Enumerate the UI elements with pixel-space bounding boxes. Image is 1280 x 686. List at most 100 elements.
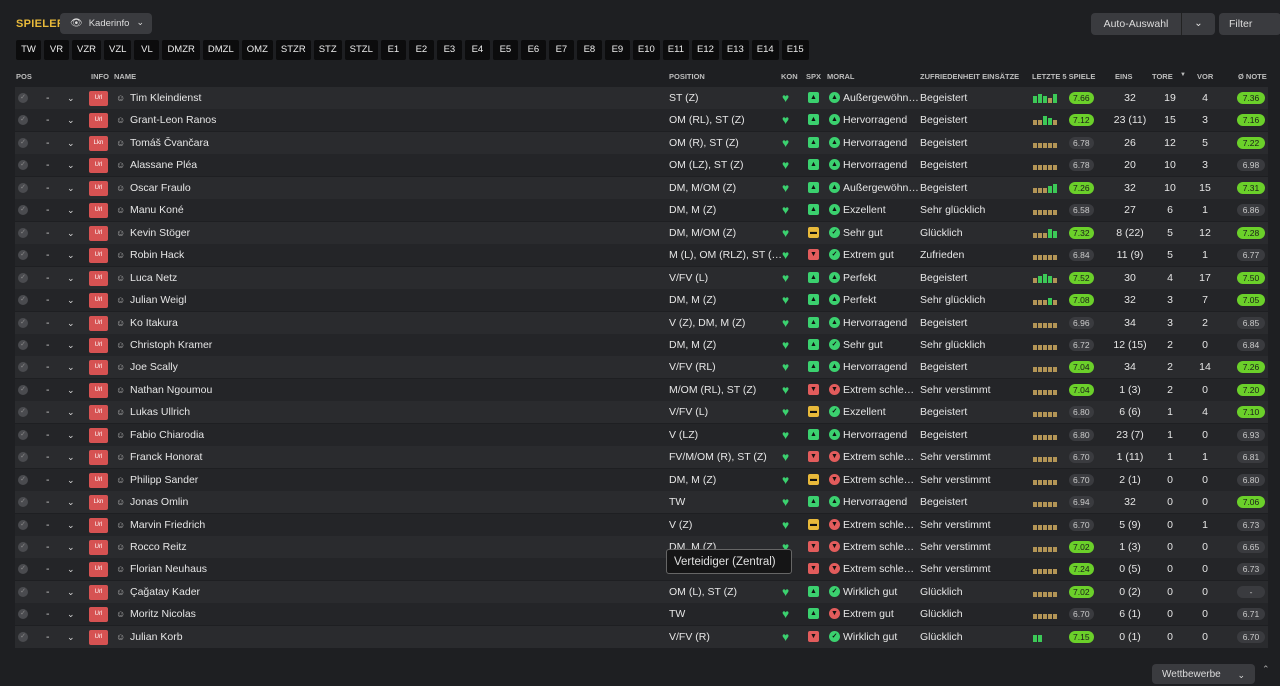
chevron-down-icon[interactable]: ⌄ (67, 491, 75, 513)
position-tab[interactable]: VL (134, 40, 160, 60)
pos-value[interactable]: - (46, 603, 50, 625)
pos-value[interactable]: - (46, 312, 50, 334)
competitions-button[interactable]: Wettbewerbe ⌄ (1152, 664, 1255, 684)
chevron-down-icon[interactable]: ⌄ (67, 603, 75, 625)
select-checkbox[interactable]: ✓ (18, 519, 28, 530)
info-badge[interactable]: Url (89, 562, 108, 578)
table-row[interactable]: ✓ - ⌄ Url ☺ Tim Kleindienst ST (Z) ♥ ▲ ▲ Außergewö… (15, 87, 1268, 109)
select-checkbox[interactable]: ✓ (18, 631, 28, 642)
table-row[interactable]: ✓ - ⌄ Url ☺ Julian Weigl DM, M (Z) ♥ ▲ ▲ Perfekt Se… (15, 289, 1268, 312)
pos-value[interactable]: - (46, 244, 50, 266)
select-checkbox[interactable]: ✓ (18, 429, 28, 440)
pos-value[interactable]: - (46, 132, 50, 154)
position-tab[interactable]: OMZ (241, 40, 273, 60)
select-checkbox[interactable]: ✓ (18, 93, 28, 103)
pos-value[interactable]: - (46, 469, 50, 491)
table-row[interactable]: ✓ - ⌄ Url ☺ Joe Scally V/FV (RL) ♥ ▲ ▲ Hervorragen… (15, 356, 1268, 379)
position-tab[interactable]: VZL (104, 40, 132, 60)
info-badge[interactable]: Url (89, 517, 108, 533)
info-badge[interactable]: Url (89, 203, 108, 219)
table-row[interactable]: ✓ - ⌄ Url ☺ Çağatay Kader OM (L), ST (Z) ♥ ▲ ✓ Wir… (15, 580, 1268, 603)
chevron-down-icon[interactable]: ⌄ (67, 379, 75, 401)
position-tab[interactable]: TW (16, 40, 41, 60)
col-kon[interactable]: KON (781, 72, 798, 81)
pos-value[interactable]: - (46, 199, 50, 221)
info-badge[interactable]: Url (89, 180, 108, 196)
pos-value[interactable]: - (46, 356, 50, 378)
col-spx[interactable]: SPX (806, 72, 821, 81)
player-name[interactable]: Jonas Omlin (130, 491, 188, 513)
position-tab[interactable]: E5 (492, 40, 518, 60)
table-row[interactable]: ✓ - ⌄ Url ☺ Fabio Chiarodia V (LZ) ♥ ▲ ▲ Hervorrag… (15, 423, 1268, 446)
player-name[interactable]: Florian Neuhaus (130, 558, 207, 580)
chevron-down-icon[interactable]: ⌄ (1182, 13, 1215, 35)
chevron-down-icon[interactable]: ⌄ (67, 87, 75, 109)
info-badge[interactable]: Url (89, 607, 108, 623)
position-tab[interactable]: E4 (464, 40, 490, 60)
select-checkbox[interactable]: ✓ (18, 182, 28, 193)
chevron-down-icon[interactable]: ⌄ (67, 581, 75, 603)
pos-value[interactable]: - (46, 446, 50, 468)
chevron-down-icon[interactable]: ⌄ (67, 334, 75, 356)
player-name[interactable]: Julian Korb (130, 626, 183, 648)
position-tab[interactable]: E9 (604, 40, 630, 60)
player-name[interactable]: Luca Netz (130, 267, 177, 289)
position-tab[interactable]: E8 (576, 40, 602, 60)
select-checkbox[interactable]: ✓ (18, 160, 28, 171)
player-name[interactable]: Rocco Reitz (130, 536, 187, 558)
player-name[interactable]: Joe Scally (130, 356, 178, 378)
chevron-down-icon[interactable]: ⌄ (67, 558, 75, 580)
player-name[interactable]: Robin Hack (130, 244, 184, 266)
table-row[interactable]: ✓ - ⌄ Url ☺ Ko Itakura V (Z), DM, M (Z) ♥ ▲ ▲ Herv… (15, 311, 1268, 334)
pos-value[interactable]: - (46, 177, 50, 199)
pos-value[interactable]: - (46, 222, 50, 244)
position-tab[interactable]: E15 (781, 40, 809, 60)
table-row[interactable]: ✓ - ⌄ Url ☺ Marvin Friedrich V (Z) ♥ ▬ ▼ Extrem sc… (15, 513, 1268, 536)
pos-value[interactable]: - (46, 379, 50, 401)
player-name[interactable]: Marvin Friedrich (130, 514, 205, 536)
info-badge[interactable]: Url (89, 472, 108, 488)
player-name[interactable]: Alassane Pléa (130, 154, 197, 176)
pos-value[interactable]: - (46, 514, 50, 536)
col-zufriedenheit[interactable]: ZUFRIEDENHEIT EINSÄTZE (920, 72, 1019, 81)
table-row[interactable]: ✓ - ⌄ Url ☺ Julian Korb V/FV (R) ♥ ▼ ✓ Wirklich gu… (15, 625, 1268, 648)
player-name[interactable]: Moritz Nicolas (130, 603, 196, 625)
position-tab[interactable]: E12 (691, 40, 719, 60)
select-checkbox[interactable]: ✓ (18, 497, 28, 508)
position-tab[interactable]: E3 (436, 40, 462, 60)
pos-value[interactable]: - (46, 109, 50, 131)
chevron-down-icon[interactable]: ⌄ (67, 244, 75, 266)
table-row[interactable]: ✓ - ⌄ Lkn ☺ Tomáš Čvančara OM (R), ST (Z) ♥ ▲ ▲ He… (15, 131, 1268, 154)
position-tab[interactable]: STZ (313, 40, 342, 60)
info-badge[interactable]: Url (89, 113, 108, 129)
position-tab[interactable]: VR (44, 40, 69, 60)
player-name[interactable]: Christoph Kramer (130, 334, 212, 356)
info-badge[interactable]: Url (89, 158, 108, 174)
table-row[interactable]: ✓ - ⌄ Url ☺ Kevin Stöger DM, M/OM (Z) ♥ ▬ ✓ Sehr g… (15, 221, 1268, 244)
table-row[interactable]: ✓ - ⌄ Url ☺ Grant-Leon Ranos OM (RL), ST (Z) ♥ ▲… (15, 109, 1268, 132)
chevron-down-icon[interactable]: ⌄ (67, 401, 75, 423)
table-row[interactable]: ✓ - ⌄ Url ☺ Alassane Pléa OM (LZ), ST (Z) ♥ ▲ ▲ He… (15, 154, 1268, 177)
col-moral[interactable]: MORAL (827, 72, 855, 81)
pos-value[interactable]: - (46, 491, 50, 513)
player-name[interactable]: Tomáš Čvančara (130, 132, 209, 154)
position-tab[interactable]: STZL (344, 40, 378, 60)
chevron-down-icon[interactable]: ⌄ (67, 424, 75, 446)
chevron-down-icon[interactable]: ⌄ (67, 536, 75, 558)
chevron-down-icon[interactable]: ⌄ (67, 289, 75, 311)
table-row[interactable]: ✓ - ⌄ Url ☺ Franck Honorat FV/M/OM (R), ST (Z)… (15, 446, 1268, 469)
info-badge[interactable]: Url (89, 225, 108, 241)
info-badge[interactable]: Url (89, 450, 108, 466)
player-name[interactable]: Julian Weigl (130, 289, 186, 311)
col-info[interactable]: INFO (91, 72, 109, 81)
table-row[interactable]: ✓ - ⌄ Url ☺ Robin Hack M (L), OM (RLZ), ST (… ♥… (15, 244, 1268, 267)
info-badge[interactable]: Url (89, 315, 108, 331)
chevron-down-icon[interactable]: ⌄ (67, 312, 75, 334)
select-checkbox[interactable]: ✓ (18, 115, 28, 126)
position-tab[interactable]: DMZL (202, 40, 239, 60)
table-row[interactable]: ✓ - ⌄ Url ☺ Manu Koné DM, M (Z) ♥ ▲ ▲ Exzellent Seh… (15, 199, 1268, 222)
col-vor[interactable]: VOR (1197, 72, 1213, 81)
select-checkbox[interactable]: ✓ (18, 474, 28, 485)
chevron-down-icon[interactable]: ⌄ (67, 514, 75, 536)
select-checkbox[interactable]: ✓ (18, 317, 28, 328)
